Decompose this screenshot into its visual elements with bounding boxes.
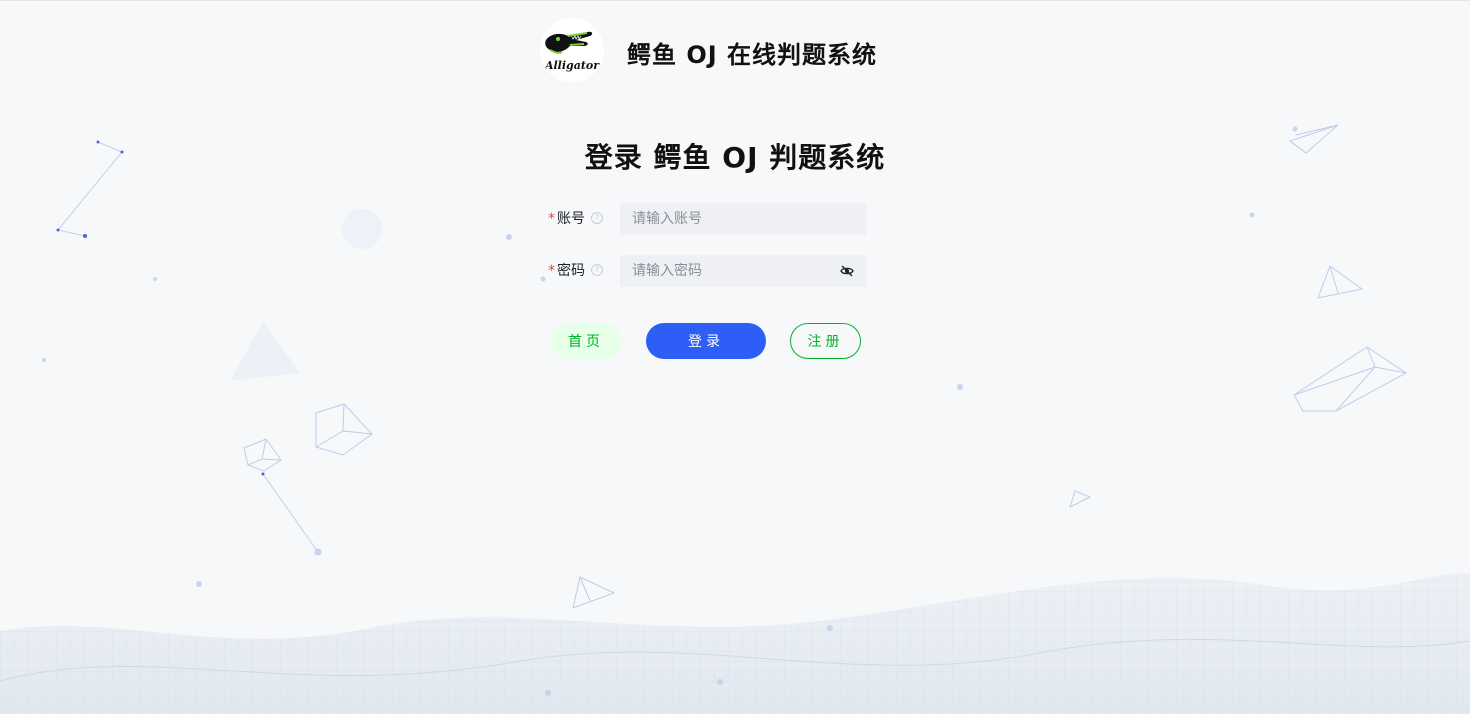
- alligator-logo[interactable]: Alligator: [540, 18, 604, 82]
- login-button[interactable]: 登录: [646, 323, 766, 359]
- password-input[interactable]: [620, 255, 844, 287]
- eye-invisible-icon[interactable]: [840, 264, 854, 278]
- login-form-title: 登录 鳄鱼 OJ 判题系统: [584, 141, 886, 174]
- account-label: * 账号?: [548, 203, 603, 235]
- question-circle-icon[interactable]: ?: [591, 212, 603, 224]
- logo-text: Alligator: [544, 59, 600, 72]
- password-label-text: 密码: [557, 263, 585, 279]
- account-input[interactable]: [620, 203, 844, 235]
- alligator-icon: Alligator: [540, 18, 604, 82]
- site-title: 鳄鱼 OJ 在线判题系统: [627, 41, 878, 69]
- account-label-text: 账号: [557, 211, 585, 227]
- site-header: Alligator 鳄鱼 OJ 在线判题系统: [0, 18, 1470, 82]
- required-mark: *: [548, 263, 555, 279]
- password-form-item: * 密码?: [540, 255, 870, 287]
- account-input-wrapper: [620, 203, 866, 235]
- password-label: * 密码?: [548, 255, 603, 287]
- required-mark: *: [548, 211, 555, 227]
- password-input-wrapper: [620, 255, 866, 287]
- account-form-item: * 账号?: [540, 203, 870, 235]
- register-button[interactable]: 注册: [790, 323, 861, 359]
- home-button[interactable]: 首页: [550, 323, 622, 359]
- question-circle-icon[interactable]: ?: [591, 264, 603, 276]
